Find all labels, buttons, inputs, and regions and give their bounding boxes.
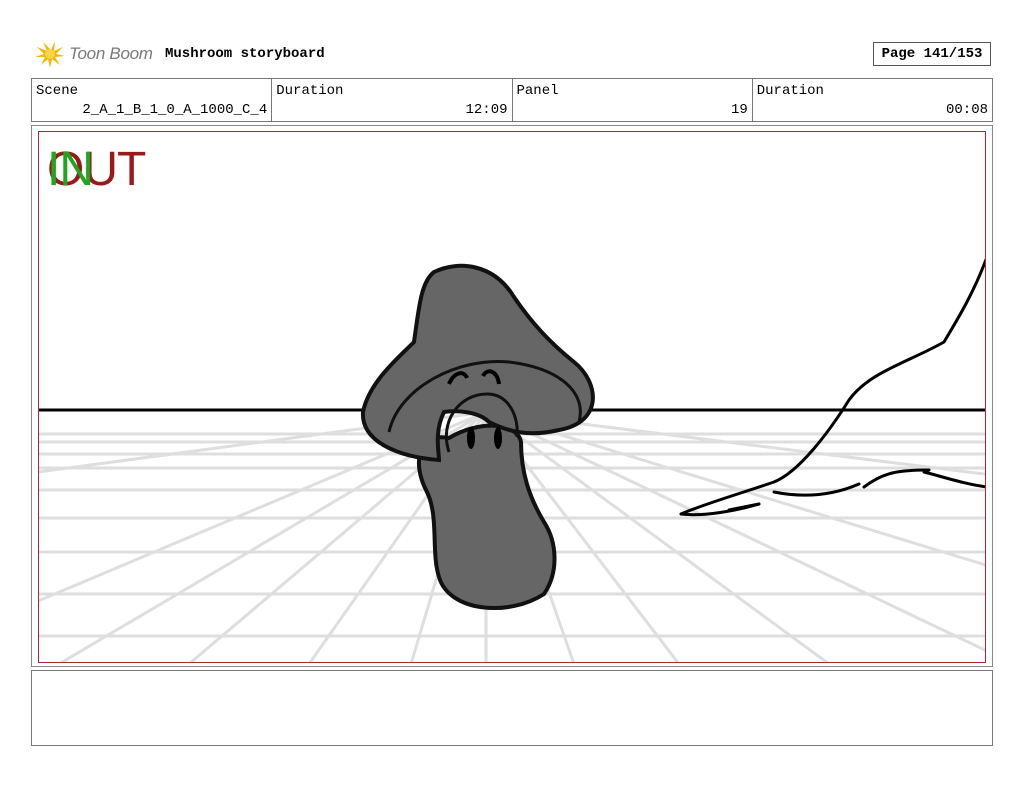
storyboard-header: Toon Boom Mushroom storyboard Page 141/1… <box>31 38 993 72</box>
scene-duration-cell: Duration 12:09 <box>272 79 513 121</box>
panel-notes-box <box>31 670 993 746</box>
panel-cell: Panel 19 <box>513 79 753 121</box>
mushroom <box>360 263 595 611</box>
toon-boom-logo: Toon Boom <box>33 38 153 70</box>
panel-label: Panel <box>516 83 559 99</box>
document-title: Mushroom storyboard <box>165 46 325 62</box>
scene-duration-value: 12:09 <box>465 102 508 118</box>
scene-label: Scene <box>36 83 79 99</box>
in-marker: IN <box>47 143 94 196</box>
panel-duration-label: Duration <box>756 83 824 99</box>
panel-duration-cell: Duration 00:08 <box>753 79 992 121</box>
scene-info-table: Scene 2_A_1_B_1_0_A_1000_C_4 Duration 12… <box>31 78 993 122</box>
page-number: Page 141/153 <box>873 42 991 66</box>
panel-duration-value: 00:08 <box>945 102 988 118</box>
panel-image: OUT IN <box>38 131 986 663</box>
logo-text: Toon Boom <box>69 44 153 63</box>
hand-sketch <box>679 258 985 517</box>
scene-cell: Scene 2_A_1_B_1_0_A_1000_C_4 <box>32 79 273 121</box>
scene-value: 2_A_1_B_1_0_A_1000_C_4 <box>82 102 268 118</box>
storyboard-drawing <box>39 258 985 662</box>
scene-duration-label: Duration <box>276 83 344 99</box>
starburst-icon <box>35 41 65 68</box>
panel-value: 19 <box>730 102 748 118</box>
